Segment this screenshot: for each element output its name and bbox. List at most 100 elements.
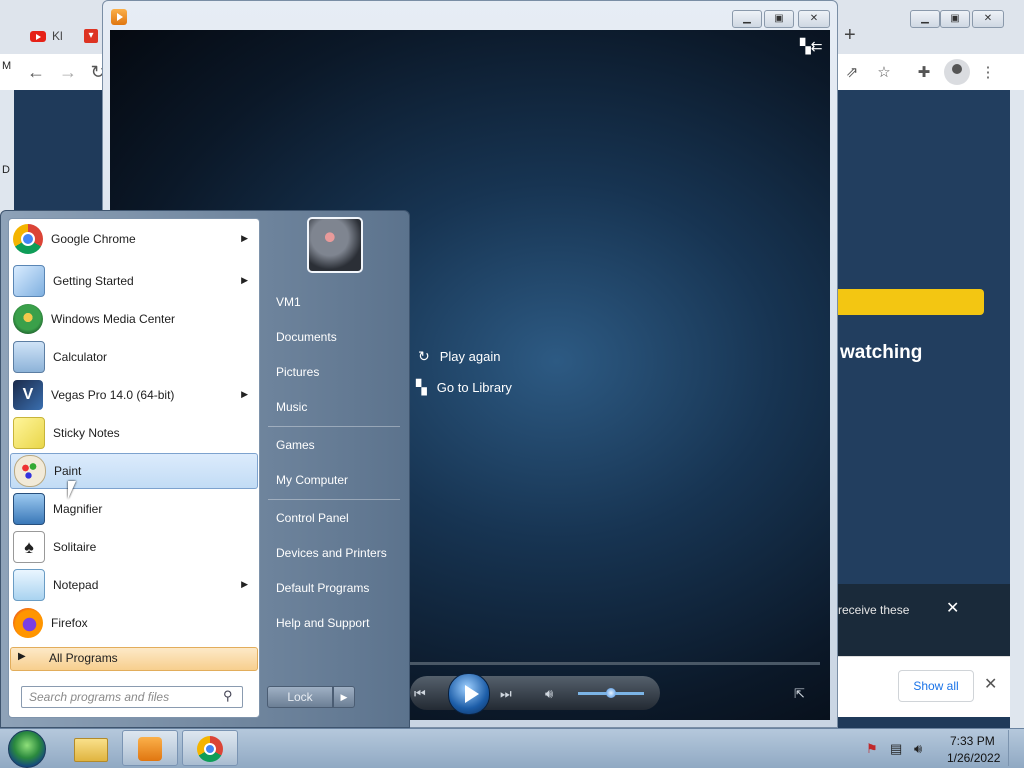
- chrome-maximize-button[interactable]: ▣: [940, 10, 970, 28]
- go-to-library-label: Go to Library: [436, 380, 512, 395]
- lock-button[interactable]: Lock: [267, 686, 333, 708]
- program-google-chrome[interactable]: Google Chrome ▶: [10, 221, 258, 257]
- play-again-action[interactable]: ↻ Play again: [418, 348, 500, 365]
- seek-bar[interactable]: [410, 662, 820, 665]
- wmp-close-button[interactable]: ✕: [798, 10, 830, 28]
- volume-icon[interactable]: 🔊︎: [545, 686, 553, 702]
- program-label: Paint: [54, 464, 82, 478]
- bookmark-star-icon[interactable]: ☆: [873, 62, 895, 84]
- program-sticky-notes[interactable]: Sticky Notes: [10, 415, 258, 451]
- notification-text: receive these: [838, 603, 910, 617]
- start-item-games[interactable]: Games: [276, 438, 315, 452]
- play-again-label: Play again: [439, 349, 501, 364]
- getting-started-icon: [13, 265, 45, 297]
- user-picture[interactable]: [307, 217, 363, 273]
- share-icon[interactable]: ⇗: [841, 62, 863, 84]
- start-item-pictures[interactable]: Pictures: [276, 365, 319, 379]
- program-vegas-pro[interactable]: V Vegas Pro 14.0 (64-bit) ▶: [10, 377, 258, 413]
- shutdown-options-arrow-icon[interactable]: ▶: [333, 686, 355, 708]
- program-label: Firefox: [51, 616, 88, 630]
- clock-time[interactable]: 7:33 PM: [950, 734, 995, 748]
- start-item-music[interactable]: Music: [276, 400, 307, 414]
- program-getting-started[interactable]: Getting Started ▶: [10, 263, 258, 299]
- new-tab-button[interactable]: +: [844, 24, 856, 47]
- all-programs-button[interactable]: [10, 647, 258, 671]
- notepad-icon: [13, 569, 45, 601]
- program-firefox[interactable]: Firefox: [10, 605, 258, 641]
- start-item-computer[interactable]: My Computer: [276, 473, 348, 487]
- taskbar-media-player[interactable]: [122, 730, 178, 766]
- submenu-arrow-icon: ▶: [241, 233, 248, 243]
- clock-date[interactable]: 1/26/2022: [947, 751, 1000, 765]
- volume-tray-icon[interactable]: 🔊︎: [914, 741, 922, 757]
- program-label: Google Chrome: [51, 232, 136, 246]
- program-solitaire[interactable]: ♠ Solitaire: [10, 529, 258, 565]
- start-item-control-panel[interactable]: Control Panel: [276, 511, 349, 525]
- program-label: Vegas Pro 14.0 (64-bit): [51, 388, 175, 402]
- previous-icon[interactable]: ⏮: [414, 686, 426, 702]
- magnifier-icon: [13, 493, 45, 525]
- all-programs-arrow-icon: ▶: [18, 651, 26, 662]
- library-icon: ▚: [416, 379, 427, 395]
- chrome-tab-youtube[interactable]: Kl: [30, 22, 63, 50]
- extensions-icon[interactable]: ✚: [913, 62, 935, 84]
- chrome-close-button[interactable]: ✕: [972, 10, 1004, 28]
- switch-to-library-icon[interactable]: ▚⇇: [800, 38, 823, 55]
- switch-to-now-playing-icon[interactable]: ⇱: [794, 686, 805, 702]
- search-icon[interactable]: ⚲: [223, 688, 233, 704]
- program-notepad[interactable]: Notepad ▶: [10, 567, 258, 603]
- vegas-icon: V: [13, 380, 43, 410]
- downloads-close-icon[interactable]: ✕: [984, 674, 997, 694]
- program-label: Solitaire: [53, 540, 97, 554]
- search-placeholder: Search programs and files: [29, 690, 170, 704]
- notification-close-icon[interactable]: ✕: [946, 598, 959, 618]
- notification-banner: [838, 584, 1010, 656]
- wmp-minimize-button[interactable]: ▁: [732, 10, 762, 28]
- program-windows-media-center[interactable]: Windows Media Center: [10, 301, 258, 337]
- network-icon[interactable]: ▤: [890, 741, 902, 757]
- program-label: Sticky Notes: [53, 426, 120, 440]
- show-desktop-button[interactable]: [1008, 730, 1023, 766]
- youtube-icon: [30, 30, 46, 42]
- program-calculator[interactable]: Calculator: [10, 339, 258, 375]
- web-page-panel: [838, 90, 1010, 584]
- taskbar-explorer[interactable]: [62, 730, 118, 766]
- profile-avatar[interactable]: [944, 59, 970, 85]
- go-to-library-action[interactable]: ▚ Go to Library: [416, 379, 512, 396]
- program-label: Windows Media Center: [51, 312, 176, 326]
- show-all-button[interactable]: Show all: [898, 670, 974, 702]
- media-center-icon: [13, 304, 43, 334]
- next-icon[interactable]: ⏭: [500, 686, 512, 702]
- paint-icon: [14, 455, 46, 487]
- solitaire-icon: ♠: [13, 531, 45, 563]
- submenu-arrow-icon: ▶: [241, 275, 248, 285]
- forward-icon[interactable]: →: [56, 60, 80, 84]
- start-item-help-support[interactable]: Help and Support: [276, 616, 369, 630]
- replay-icon: ↻: [418, 348, 430, 364]
- media-player-icon: [138, 737, 162, 761]
- volume-slider-knob[interactable]: [606, 688, 616, 698]
- sticky-notes-icon: [13, 417, 45, 449]
- left-edge-text-d: D: [2, 164, 10, 176]
- program-label: Getting Started: [53, 274, 134, 288]
- start-item-devices-printers[interactable]: Devices and Printers: [276, 546, 387, 560]
- red-app-icon: ▾: [84, 29, 98, 43]
- wmp-maximize-button[interactable]: ▣: [764, 10, 794, 28]
- page-heading: watching: [840, 342, 923, 363]
- start-item-user[interactable]: VM1: [276, 295, 301, 309]
- chrome-minimize-button[interactable]: ▁: [910, 10, 940, 28]
- menu-divider: [268, 426, 400, 427]
- left-edge-text-m: M: [2, 60, 12, 72]
- start-item-documents[interactable]: Documents: [276, 330, 337, 344]
- chrome-tab-2[interactable]: ▾: [84, 22, 98, 50]
- action-center-flag-icon[interactable]: ⚑: [866, 741, 878, 757]
- folder-icon: [74, 738, 108, 762]
- program-magnifier[interactable]: Magnifier: [10, 491, 258, 527]
- back-icon[interactable]: ←: [24, 60, 48, 84]
- chrome-menu-icon[interactable]: ⋮: [977, 62, 999, 84]
- start-item-default-programs[interactable]: Default Programs: [276, 581, 369, 595]
- start-button[interactable]: [8, 730, 46, 768]
- play-button[interactable]: [448, 673, 490, 715]
- program-paint[interactable]: Paint: [10, 453, 258, 489]
- taskbar-chrome[interactable]: [182, 730, 238, 766]
